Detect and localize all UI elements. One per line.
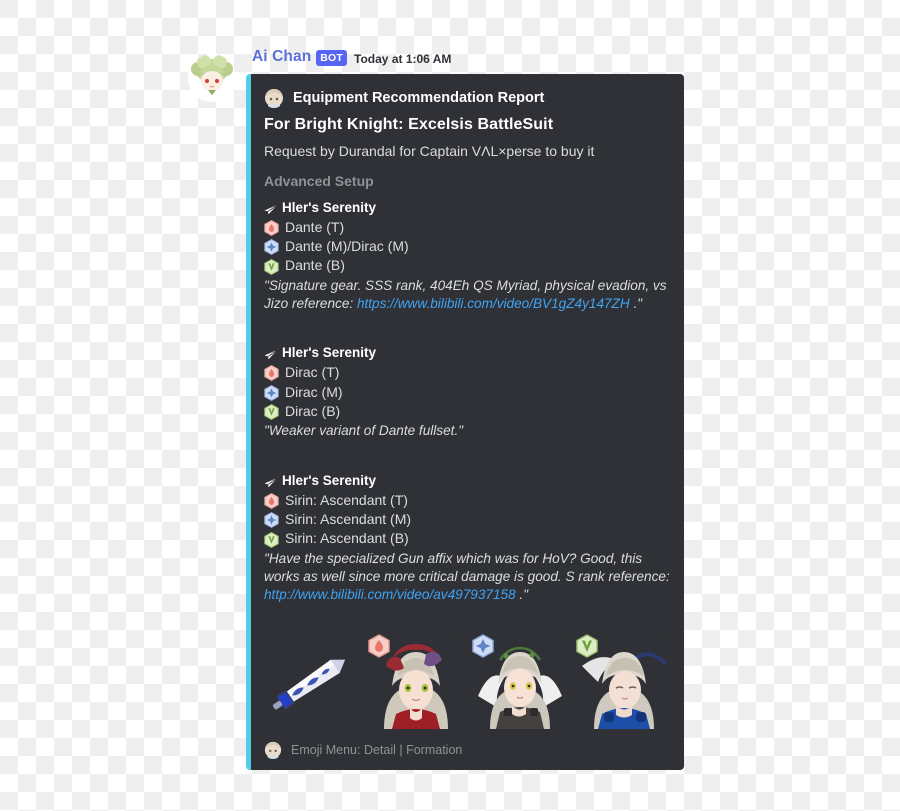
bot-avatar-icon	[264, 741, 282, 760]
gear-row: Dante (B)	[264, 256, 672, 275]
top-stigmata-icon	[368, 634, 390, 658]
paper-plane-icon	[264, 203, 278, 214]
embed-description: Request by Durandal for Captain VΛL×pers…	[264, 143, 595, 159]
quote-tail: ."	[629, 295, 643, 311]
embed-field-name: Hler's Serenity	[264, 345, 672, 360]
stigmata-top-portrait[interactable]	[368, 634, 463, 730]
embed-image-gallery	[264, 634, 672, 730]
message-timestamp: Today at 1:06 AM	[354, 52, 452, 66]
gear-row: Dante (M)/Dirac (M)	[264, 237, 672, 256]
weapon-hlers-serenity[interactable]	[266, 636, 359, 730]
reference-link[interactable]: http://www.bilibili.com/video/av49793715…	[264, 587, 516, 602]
embed-footer: Emoji Menu: Detail | Formation	[264, 739, 672, 760]
embed-author-name: Equipment Recommendation Report	[293, 90, 545, 106]
quote-tail: ."	[515, 587, 529, 603]
mid-stigmata-icon	[472, 634, 494, 658]
embed-field-name-text: Hler's Serenity	[282, 345, 377, 361]
gear-row: Sirin: Ascendant (B)	[264, 529, 672, 548]
embed-section-heading: Advanced Setup	[264, 172, 374, 189]
top-stigmata-icon	[264, 365, 279, 382]
reference-link[interactable]: https://www.bilibili.com/video/BV1gZ4y14…	[357, 296, 630, 311]
bottom-stigmata-icon	[264, 258, 279, 275]
gear-label: Dante (M)/Dirac (M)	[285, 237, 409, 254]
gear-label: Dirac (B)	[285, 403, 341, 419]
mid-stigmata-icon	[264, 239, 279, 256]
embed-field-name: Hler's Serenity	[264, 200, 672, 215]
embed-field: Hler's Serenity Dante (T) Dante (M)/Dira…	[264, 200, 672, 314]
stigmata-mid-portrait[interactable]	[472, 634, 567, 730]
gear-label: Sirin: Ascendant (B)	[285, 530, 409, 547]
embed-field-name: Hler's Serenity	[264, 473, 672, 488]
message-author-name[interactable]: Ai Chan	[252, 48, 311, 66]
bot-avatar-icon	[264, 88, 284, 108]
avatar[interactable]	[188, 54, 236, 102]
field-quote: "Have the specialized Gun affix which wa…	[264, 550, 672, 604]
chat-message: Ai Chan BOT Today at 1:06 AM Equipment R…	[188, 44, 708, 771]
top-stigmata-icon	[264, 219, 279, 236]
top-stigmata-icon	[264, 492, 279, 509]
gear-row: Sirin: Ascendant (T)	[264, 491, 672, 509]
embed-field: Hler's Serenity Sirin: Ascendant (T) Sir…	[264, 473, 672, 605]
embed-field-name-text: Hler's Serenity	[282, 472, 377, 488]
quote-text: "Have the specialized Gun affix which wa…	[264, 550, 670, 585]
paper-plane-icon	[264, 348, 278, 360]
gear-label: Dirac (M)	[285, 383, 343, 400]
stigmata-bottom-portrait[interactable]	[576, 634, 671, 730]
quote-text: "Weaker variant of Dante fullset."	[264, 423, 464, 439]
gear-row: Dirac (T)	[264, 363, 672, 382]
gear-label: Dirac (T)	[285, 364, 340, 381]
gear-row: Sirin: Ascendant (M)	[264, 510, 672, 529]
bottom-stigmata-icon	[264, 404, 279, 421]
embed-footer-text: Emoji Menu: Detail | Formation	[291, 743, 463, 758]
rich-embed: Equipment Recommendation Report For Brig…	[246, 74, 684, 771]
mid-stigmata-icon	[264, 512, 279, 529]
embed-title: For Bright Knight: Excelsis BattleSuit	[264, 116, 554, 133]
gear-label: Sirin: Ascendant (M)	[285, 511, 412, 528]
mid-stigmata-icon	[264, 384, 279, 401]
embed-author: Equipment Recommendation Report	[264, 88, 672, 108]
embed-field: Hler's Serenity Dirac (T) Dirac (M) Dira…	[264, 345, 672, 440]
gear-row: Dante (T)	[264, 218, 672, 236]
field-quote: "Weaker variant of Dante fullset."	[264, 422, 672, 440]
message-header: Ai Chan BOT Today at 1:06 AM	[188, 44, 708, 102]
bottom-stigmata-icon	[576, 634, 598, 658]
bottom-stigmata-icon	[264, 531, 279, 548]
bot-badge: BOT	[316, 50, 348, 66]
paper-plane-icon	[264, 476, 278, 487]
gear-label: Dante (B)	[285, 257, 345, 274]
gear-row: Dirac (B)	[264, 402, 672, 421]
embed-field-name-text: Hler's Serenity	[282, 199, 377, 215]
field-quote: "Signature gear. SSS rank, 404Eh QS Myri…	[264, 277, 672, 313]
gear-label: Dante (T)	[285, 218, 345, 235]
gear-row: Dirac (M)	[264, 383, 672, 401]
gear-label: Sirin: Ascendant (T)	[285, 491, 408, 508]
